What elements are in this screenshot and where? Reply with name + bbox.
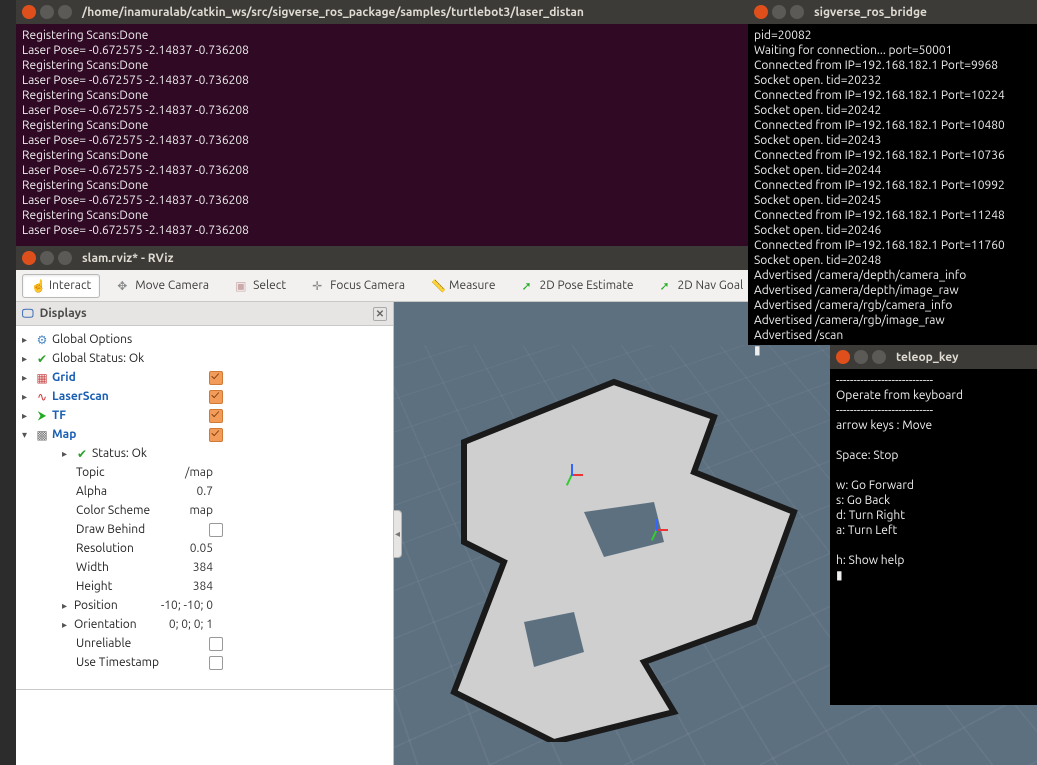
description-pane [16, 689, 393, 765]
tree-item-grid[interactable]: Grid [52, 371, 76, 384]
prop-value-height[interactable]: 384 [193, 580, 393, 593]
prop-value-resolution[interactable]: 0.05 [190, 542, 393, 555]
expand-icon[interactable]: ▸ [62, 600, 74, 612]
move-icon: ✥ [117, 279, 131, 293]
select-button[interactable]: ▣Select [226, 274, 295, 298]
pose-estimate-button[interactable]: ➚2D Pose Estimate [512, 274, 642, 298]
terminal2-output[interactable]: pid=20082 Waiting for connection... port… [748, 24, 1037, 362]
ruler-icon: 📏 [431, 279, 445, 293]
maximize-icon[interactable] [58, 251, 72, 265]
prop-value-topic[interactable]: /map [185, 466, 393, 479]
close-icon[interactable] [22, 251, 36, 265]
tf-icon: ⮞ [34, 409, 50, 423]
expand-icon[interactable]: ▸ [62, 448, 74, 460]
gear-icon: ⚙ [34, 333, 50, 347]
hand-icon: ☝ [31, 279, 45, 293]
expand-icon[interactable]: ▸ [22, 334, 34, 346]
prop-value-width[interactable]: 384 [193, 561, 393, 574]
tree-item-map[interactable]: Map [52, 428, 76, 441]
terminal3-output[interactable]: ---------------------------- Operate fro… [830, 369, 1037, 587]
prop-label-unreliable: Unreliable [76, 637, 131, 650]
tf-frame-axes [644, 517, 670, 543]
nav-goal-button[interactable]: ➚2D Nav Goal [651, 274, 753, 298]
terminal1-titlebar[interactable]: /home/inamuralab/catkin_ws/src/sigverse_… [16, 0, 780, 24]
map-checkbox[interactable] [209, 428, 223, 442]
terminal3-titlebar[interactable]: teleop_key [830, 345, 1037, 369]
prop-value-orientation[interactable]: 0; 0; 0; 1 [169, 618, 393, 631]
minimize-icon[interactable] [772, 5, 786, 19]
prop-label-width: Width [76, 561, 109, 574]
expand-icon[interactable]: ▸ [22, 353, 34, 365]
tree-item-global-status[interactable]: Global Status: Ok [52, 352, 144, 365]
prop-label-position: Position [74, 599, 118, 612]
prop-label-orientation: Orientation [74, 618, 137, 631]
tree-item-laserscan[interactable]: LaserScan [52, 390, 109, 403]
prop-label-draw-behind: Draw Behind [76, 523, 145, 536]
unreliable-checkbox[interactable] [209, 637, 223, 651]
close-icon[interactable] [836, 350, 850, 364]
tree-item-tf[interactable]: TF [52, 409, 66, 422]
focus-camera-button[interactable]: ✛Focus Camera [303, 274, 414, 298]
terminal1-output[interactable]: Registering Scans:Done Laser Pose= -0.67… [16, 24, 780, 242]
prop-value-alpha[interactable]: 0.7 [197, 485, 394, 498]
terminal2-titlebar[interactable]: sigverse_ros_bridge [748, 0, 1037, 24]
tf-checkbox[interactable] [209, 409, 223, 423]
prop-label-height: Height [76, 580, 112, 593]
tf-frame-axes [559, 462, 585, 488]
check-icon: ✔ [34, 352, 50, 366]
arrow-green-icon: ➚ [660, 279, 674, 293]
select-icon: ▣ [235, 279, 249, 293]
rviz-title: slam.rviz* - RViz [82, 252, 173, 265]
expand-icon[interactable]: ▸ [22, 372, 34, 384]
maximize-icon[interactable] [58, 5, 72, 19]
expand-icon[interactable]: ▸ [62, 619, 74, 631]
expand-icon[interactable]: ▸ [22, 410, 34, 422]
terminal3-title: teleop_key [896, 351, 958, 364]
grid-icon: ▦ [34, 371, 50, 385]
terminal2-title: sigverse_ros_bridge [814, 6, 927, 19]
prop-value-position[interactable]: -10; -10; 0 [161, 599, 393, 612]
close-icon[interactable] [22, 5, 36, 19]
measure-button[interactable]: 📏Measure [422, 274, 504, 298]
prop-label-resolution: Resolution [76, 542, 134, 555]
crosshair-icon: ✛ [312, 279, 326, 293]
unity-launcher[interactable] [0, 0, 16, 765]
displays-tree[interactable]: ▸⚙Global Options ▸✔Global Status: Ok ▸▦G… [16, 326, 393, 689]
displays-header[interactable]: 🖵 Displays ✕ [16, 302, 393, 326]
minimize-icon[interactable] [40, 251, 54, 265]
displays-panel: 🖵 Displays ✕ ▸⚙Global Options ▸✔Global S… [16, 302, 394, 765]
check-icon: ✔ [74, 447, 90, 461]
prop-label-use-timestamp: Use Timestamp [76, 656, 159, 669]
move-camera-button[interactable]: ✥Move Camera [108, 274, 218, 298]
monitor-icon: 🖵 [22, 307, 34, 321]
grid-checkbox[interactable] [209, 371, 223, 385]
maximize-icon[interactable] [790, 5, 804, 19]
tree-item-global-options[interactable]: Global Options [52, 333, 132, 346]
interact-button[interactable]: ☝Interact [22, 274, 100, 298]
minimize-icon[interactable] [40, 5, 54, 19]
draw-behind-checkbox[interactable] [209, 523, 223, 537]
map-icon: ▩ [34, 428, 50, 442]
arrow-green-icon: ➚ [521, 279, 535, 293]
close-icon[interactable]: ✕ [373, 307, 387, 321]
panel-collapse-handle[interactable]: ◂ [394, 510, 402, 558]
expand-icon[interactable]: ▸ [22, 391, 34, 403]
terminal-laser-distance: /home/inamuralab/catkin_ws/src/sigverse_… [16, 0, 780, 246]
prop-label-color-scheme: Color Scheme [76, 504, 150, 517]
prop-label-alpha: Alpha [76, 485, 107, 498]
minimize-icon[interactable] [854, 350, 868, 364]
maximize-icon[interactable] [872, 350, 886, 364]
laser-icon: ∿ [34, 390, 50, 404]
terminal1-title: /home/inamuralab/catkin_ws/src/sigverse_… [82, 6, 584, 19]
use-timestamp-checkbox[interactable] [209, 656, 223, 670]
close-icon[interactable] [754, 5, 768, 19]
tree-item-map-status[interactable]: Status: Ok [92, 447, 147, 460]
prop-value-color-scheme[interactable]: map [189, 504, 393, 517]
collapse-icon[interactable]: ▾ [22, 429, 34, 441]
terminal-ros-bridge: sigverse_ros_bridge pid=20082 Waiting fo… [748, 0, 1037, 345]
prop-label-topic: Topic [76, 466, 105, 479]
laserscan-checkbox[interactable] [209, 390, 223, 404]
terminal-teleop: teleop_key ---------------------------- … [830, 345, 1037, 705]
